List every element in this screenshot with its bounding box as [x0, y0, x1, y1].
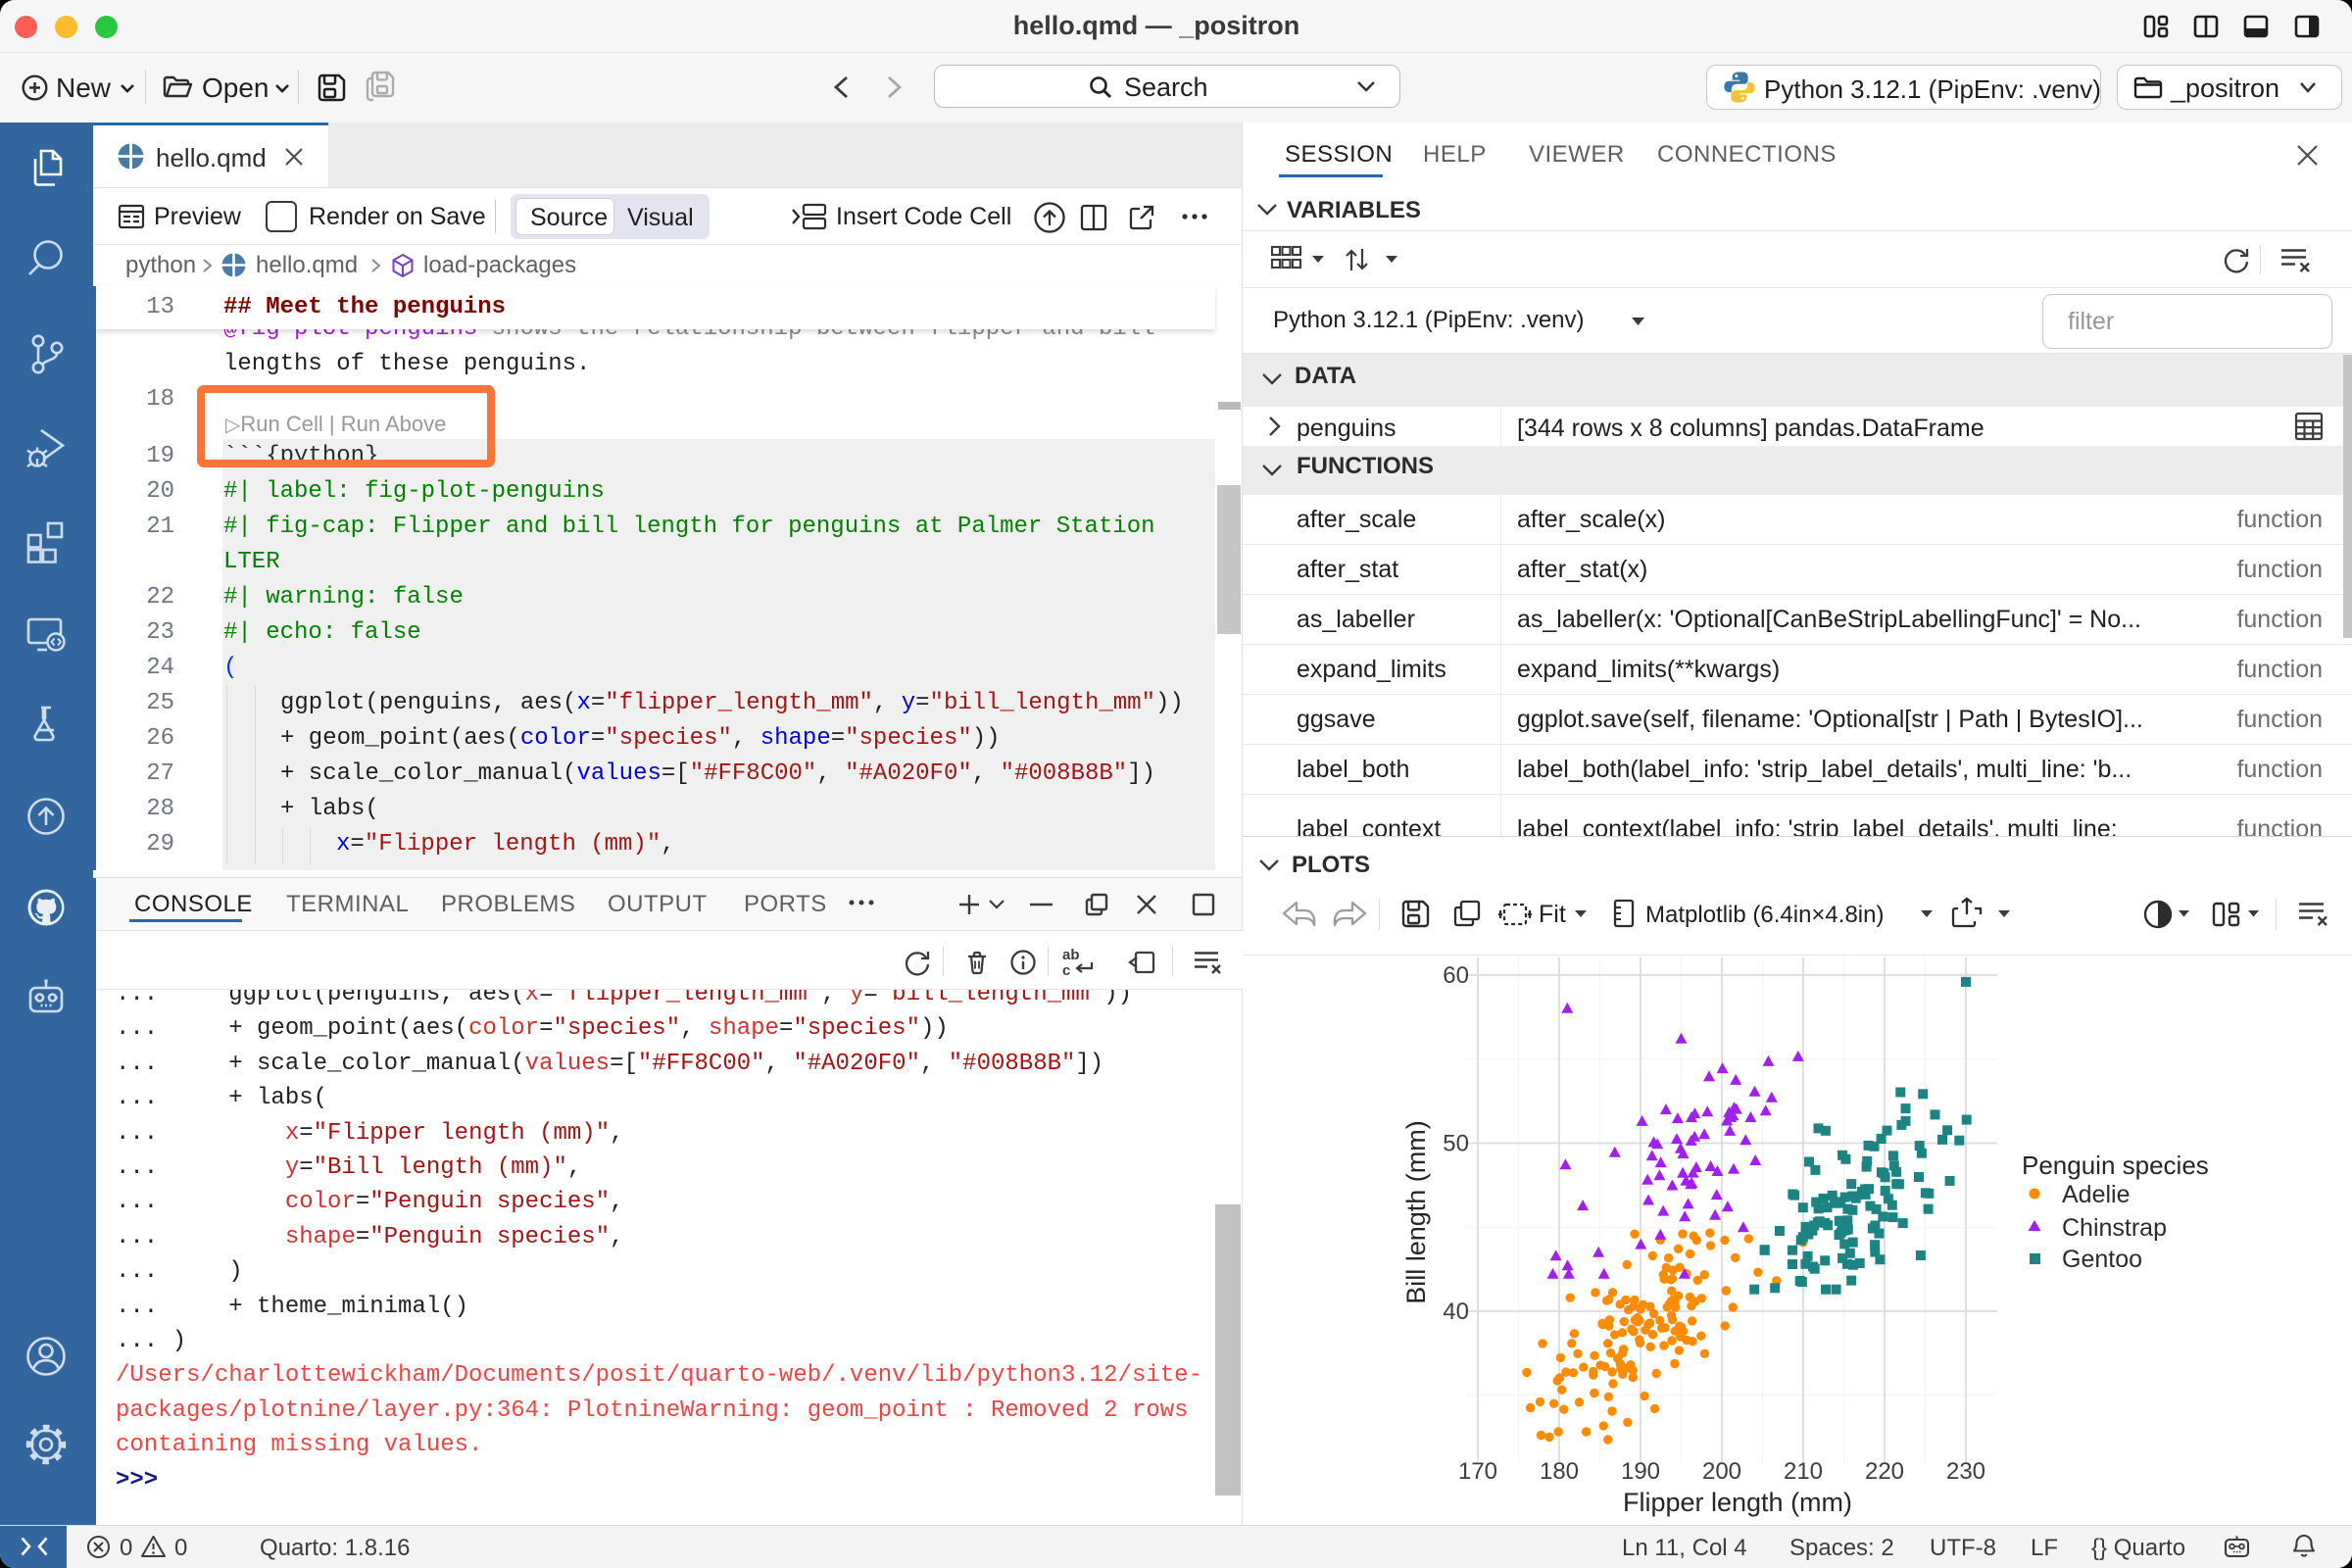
svg-text:40: 40 [1443, 1298, 1469, 1325]
svg-text:c: c [1062, 962, 1070, 978]
svg-text:ab: ab [1062, 947, 1080, 963]
svg-text:60: 60 [1443, 962, 1469, 989]
svg-text:Gentoo: Gentoo [2062, 1246, 2142, 1273]
svg-text:230: 230 [1946, 1458, 1985, 1485]
svg-text:Bill length (mm): Bill length (mm) [1401, 1120, 1431, 1304]
svg-text:170: 170 [1458, 1458, 1497, 1485]
svg-text:50: 50 [1443, 1131, 1469, 1157]
svg-text:180: 180 [1540, 1458, 1579, 1485]
svg-text:Flipper length (mm): Flipper length (mm) [1623, 1488, 1852, 1517]
svg-text:Adelie: Adelie [2062, 1181, 2131, 1208]
svg-text:220: 220 [1865, 1458, 1904, 1485]
svg-text:190: 190 [1621, 1458, 1660, 1485]
svg-text:Penguin species: Penguin species [2022, 1151, 2209, 1180]
svg-text:Chinstrap: Chinstrap [2062, 1214, 2167, 1242]
svg-text:210: 210 [1784, 1458, 1823, 1485]
svg-text:200: 200 [1702, 1458, 1741, 1485]
